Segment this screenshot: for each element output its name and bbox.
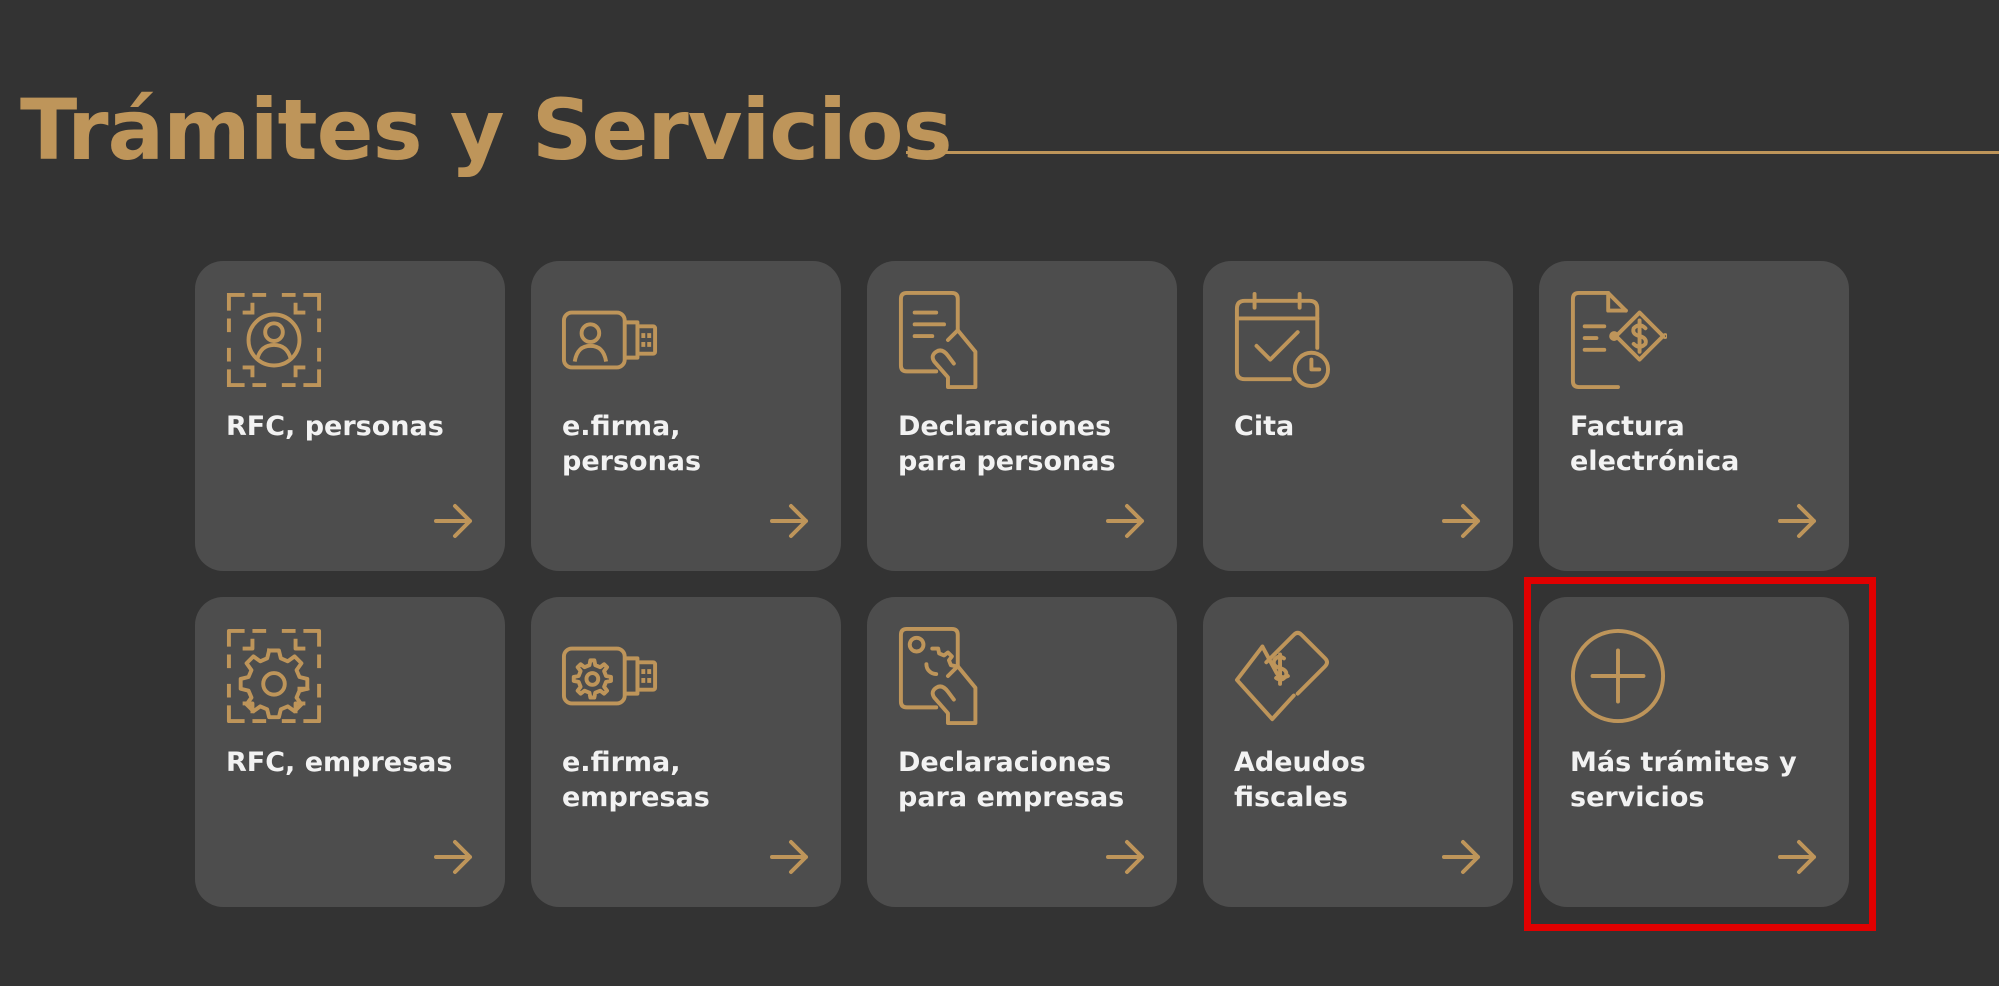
card-declaraciones-empresas[interactable]: Declaraciones para empresas bbox=[867, 597, 1177, 907]
invoice-dollar-icon bbox=[1569, 291, 1667, 389]
arrow-right-icon[interactable] bbox=[1105, 837, 1147, 877]
card-label: Declaraciones para empresas bbox=[898, 747, 1125, 813]
card-rfc-empresas[interactable]: RFC, empresas bbox=[195, 597, 505, 907]
card-efirma-personas[interactable]: e.firma, personas bbox=[531, 261, 841, 571]
document-gear-hand-icon bbox=[897, 627, 995, 725]
card-label: Declaraciones para personas bbox=[898, 411, 1116, 477]
card-label: Más trámites y servicios bbox=[1570, 747, 1797, 813]
calendar-check-icon bbox=[1233, 291, 1331, 389]
usb-token-gear-icon bbox=[561, 627, 659, 725]
services-grid: RFC, personas e.firma, personas Declarac… bbox=[195, 261, 1849, 907]
card-label: Factura electrónica bbox=[1570, 411, 1740, 477]
card-adeudos-fiscales[interactable]: Adeudos fiscales bbox=[1203, 597, 1513, 907]
gear-scan-icon bbox=[225, 627, 323, 725]
arrow-right-icon[interactable] bbox=[769, 501, 811, 541]
arrow-right-icon[interactable] bbox=[433, 837, 475, 877]
arrow-right-icon[interactable] bbox=[433, 501, 475, 541]
title-divider bbox=[906, 151, 1999, 154]
card-cita[interactable]: Cita bbox=[1203, 261, 1513, 571]
id-face-scan-icon bbox=[225, 291, 323, 389]
card-label: e.firma, empresas bbox=[562, 747, 710, 813]
arrow-right-icon[interactable] bbox=[1777, 837, 1819, 877]
card-declaraciones-personas[interactable]: Declaraciones para personas bbox=[867, 261, 1177, 571]
card-label: Cita bbox=[1234, 411, 1295, 442]
arrow-right-icon[interactable] bbox=[1777, 501, 1819, 541]
arrow-right-icon[interactable] bbox=[1441, 837, 1483, 877]
usb-token-user-icon bbox=[561, 291, 659, 389]
arrow-right-icon[interactable] bbox=[1105, 501, 1147, 541]
card-label: RFC, personas bbox=[226, 411, 444, 442]
arrow-right-icon[interactable] bbox=[1441, 501, 1483, 541]
page-title: Trámites y Servicios bbox=[20, 81, 953, 179]
card-label: Adeudos fiscales bbox=[1234, 747, 1366, 813]
hand-dollar-bill-icon bbox=[1233, 627, 1331, 725]
card-mas-tramites[interactable]: Más trámites y servicios bbox=[1539, 597, 1849, 907]
card-label: e.firma, personas bbox=[562, 411, 702, 477]
document-hand-icon bbox=[897, 291, 995, 389]
plus-circle-icon bbox=[1569, 627, 1667, 725]
card-label: RFC, empresas bbox=[226, 747, 453, 778]
card-factura-electronica[interactable]: Factura electrónica bbox=[1539, 261, 1849, 571]
card-efirma-empresas[interactable]: e.firma, empresas bbox=[531, 597, 841, 907]
card-rfc-personas[interactable]: RFC, personas bbox=[195, 261, 505, 571]
arrow-right-icon[interactable] bbox=[769, 837, 811, 877]
